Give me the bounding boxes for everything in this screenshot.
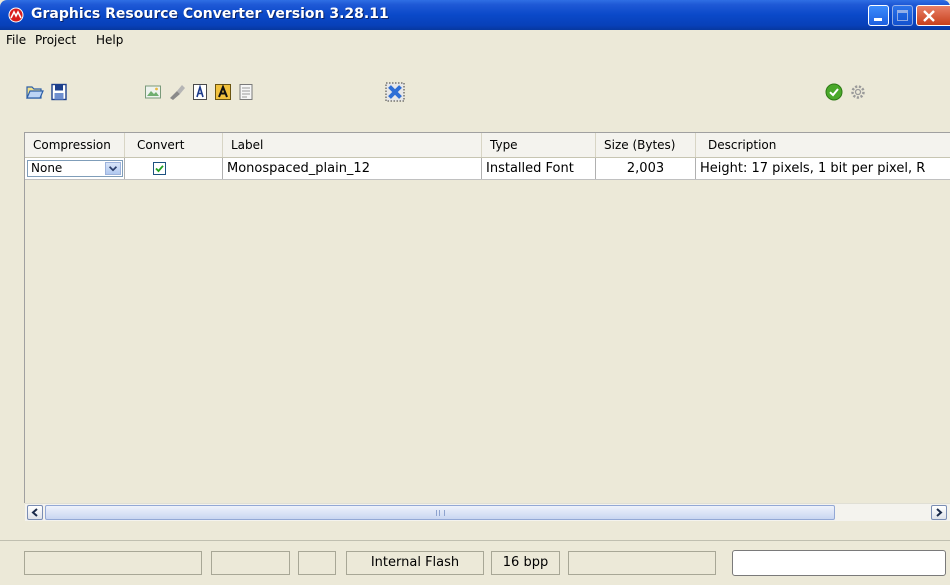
save-icon[interactable] (50, 83, 68, 101)
status-panel-1 (24, 551, 202, 575)
window-title: Graphics Resource Converter version 3.28… (31, 6, 389, 22)
scroll-right-button[interactable] (931, 505, 947, 520)
microchip-logo-icon (8, 7, 24, 23)
generate-check-icon[interactable] (825, 83, 843, 101)
size-cell: 2,003 (596, 158, 696, 179)
table-header: Compression Convert Label Type Size (Byt… (25, 133, 950, 158)
status-panel-3 (298, 551, 336, 575)
settings-gear-icon[interactable] (849, 83, 867, 101)
maximize-button[interactable] (892, 5, 913, 26)
col-type[interactable]: Type (482, 133, 596, 157)
description-cell: Height: 17 pixels, 1 bit per pixel, R (700, 161, 926, 176)
open-folder-icon[interactable] (26, 83, 44, 101)
convert-checkbox[interactable] (153, 162, 166, 175)
compression-cell: None (25, 158, 125, 179)
chevron-down-icon (108, 166, 118, 172)
minimize-button[interactable] (868, 5, 889, 26)
dropdown-button[interactable] (105, 162, 121, 175)
scroll-thumb[interactable] (45, 505, 835, 520)
menu-bar: File Project Help (0, 30, 950, 50)
arrow-right-icon (936, 508, 943, 517)
add-font-icon[interactable] (191, 83, 209, 101)
label-cell[interactable]: Monospaced_plain_12 (223, 158, 482, 179)
resource-table: Compression Convert Label Type Size (Byt… (24, 132, 950, 503)
progress-bar (732, 550, 946, 576)
scroll-left-button[interactable] (27, 505, 43, 520)
grip-icon (436, 510, 445, 516)
col-compression[interactable]: Compression (25, 133, 125, 157)
tools-icon[interactable] (168, 83, 186, 101)
menu-file[interactable]: File (6, 33, 26, 47)
table-row[interactable]: None Monospaced_plain_12 Installed Font … (25, 158, 950, 180)
title-bar: Graphics Resource Converter version 3.28… (0, 0, 950, 30)
status-bar: Internal Flash 16 bpp (0, 540, 950, 585)
col-convert[interactable]: Convert (125, 133, 223, 157)
horizontal-scrollbar[interactable] (25, 503, 950, 521)
add-installed-font-icon[interactable] (214, 83, 232, 101)
convert-cell (125, 158, 223, 179)
arrow-left-icon (31, 508, 38, 517)
status-panel-2 (211, 551, 290, 575)
close-button[interactable] (916, 5, 950, 26)
add-image-icon[interactable] (144, 83, 162, 101)
add-binary-icon[interactable] (237, 83, 255, 101)
close-icon (923, 10, 935, 22)
menu-project[interactable]: Project (35, 33, 76, 47)
memory-type-status: Internal Flash (346, 551, 484, 575)
col-label[interactable]: Label (223, 133, 482, 157)
toolbar (0, 50, 950, 120)
menu-help[interactable]: Help (96, 33, 123, 47)
compression-value: None (31, 161, 63, 175)
status-panel-6 (568, 551, 716, 575)
col-description[interactable]: Description (696, 133, 950, 157)
col-size[interactable]: Size (Bytes) (596, 133, 696, 157)
bpp-status: 16 bpp (491, 551, 560, 575)
compression-select[interactable]: None (27, 160, 123, 177)
remove-resource-icon[interactable] (385, 82, 405, 102)
checkmark-icon (155, 165, 164, 173)
type-cell: Installed Font (482, 158, 596, 179)
